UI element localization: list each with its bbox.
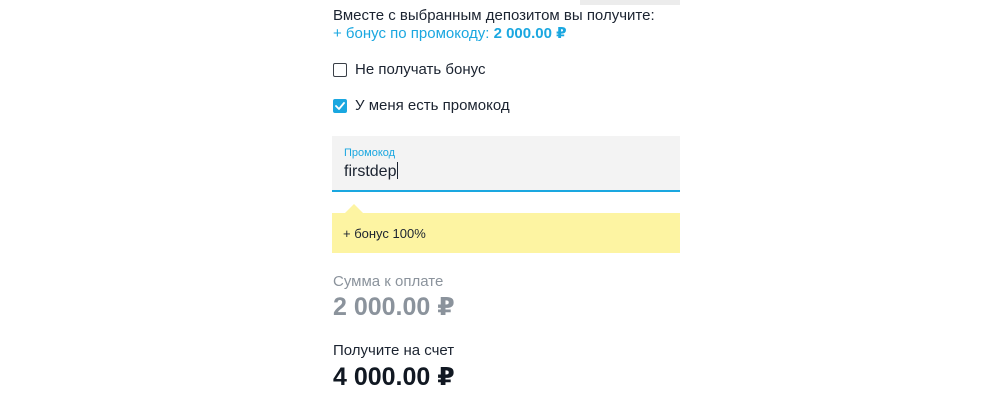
promo-bonus-line: + бонус по промокоду: 2 000.00 ₽ (333, 24, 567, 44)
have-promocode-checkbox[interactable] (333, 99, 347, 113)
no-bonus-option[interactable]: Не получать бонус (333, 60, 485, 80)
checkmark-icon (335, 102, 345, 110)
deposit-intro-text: Вместе с выбранным депозитом вы получите… (333, 7, 655, 24)
promocode-input-value[interactable]: firstdep (344, 163, 396, 180)
have-promocode-option[interactable]: У меня есть промокод (333, 96, 510, 116)
promo-bonus-amount: 2 000.00 ₽ (493, 25, 567, 42)
promocode-input[interactable]: Промокод firstdep (332, 136, 680, 192)
promocode-hint: + бонус 100% (332, 213, 680, 253)
payment-amount-value: 2 000.00 ₽ (333, 293, 455, 321)
promo-bonus-prefix: + бонус по промокоду: (333, 25, 490, 42)
receive-amount-value: 4 000.00 ₽ (333, 363, 455, 391)
text-caret (397, 162, 399, 179)
top-divider (580, 0, 680, 5)
have-promocode-label[interactable]: У меня есть промокод (355, 96, 510, 116)
payment-amount-label: Сумма к оплате (333, 273, 444, 290)
promocode-input-label: Промокод (344, 147, 396, 159)
no-bonus-label[interactable]: Не получать бонус (355, 60, 485, 80)
promocode-hint-text: + бонус 100% (343, 226, 426, 241)
promocode-input-value-wrap[interactable]: firstdep (344, 162, 399, 182)
no-bonus-checkbox[interactable] (333, 63, 347, 77)
receive-amount-label: Получите на счет (333, 342, 455, 359)
hint-pointer (345, 204, 363, 213)
